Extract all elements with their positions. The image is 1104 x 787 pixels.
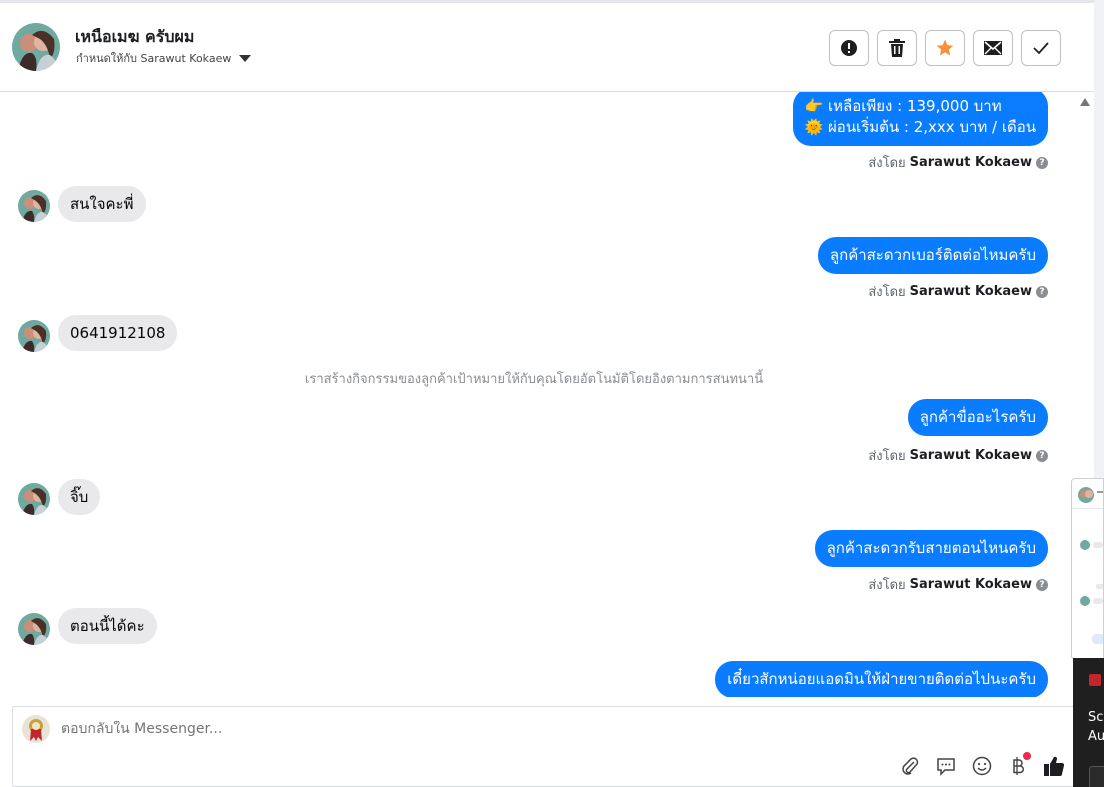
contact-name: เหนือเมฆ ครับผม bbox=[75, 27, 195, 46]
sent-by-prefix: ส่งโดย bbox=[868, 285, 906, 300]
notification-toast[interactable]: Scr Au bbox=[1073, 658, 1104, 787]
contact-avatar[interactable] bbox=[12, 23, 60, 71]
sender-name: Sarawut Kokaew bbox=[909, 284, 1032, 299]
incoming-message: ตอนนี้ได้คะ bbox=[58, 608, 157, 644]
saved-reply-icon bbox=[937, 758, 955, 776]
contact-avatar-small bbox=[18, 320, 50, 352]
sent-by-label: ส่งโดย Sarawut Kokaew ? bbox=[868, 574, 1048, 595]
composer-toolbar bbox=[899, 752, 1065, 777]
emoji-icon bbox=[972, 756, 992, 776]
mail-icon bbox=[984, 41, 1002, 55]
help-icon[interactable]: ? bbox=[1036, 156, 1048, 169]
system-note: เราสร้างกิจกรรมของลูกค้าเป้าหมายให้กับคุ… bbox=[304, 372, 764, 387]
sender-name: Sarawut Kokaew bbox=[909, 155, 1032, 170]
reply-composer bbox=[12, 706, 1086, 787]
conversation-header: เหนือเมฆ ครับผม กำหนดให้กับ Sarawut Koka… bbox=[0, 3, 1094, 92]
mark-done-button[interactable] bbox=[1021, 30, 1061, 66]
help-icon[interactable]: ? bbox=[1036, 449, 1048, 462]
outgoing-message: 👉 เหลือเพียง : 139,000 บาท 🌞 ผ่อนเริ่มต้… bbox=[792, 92, 1048, 146]
incoming-message: จิ๊บ bbox=[58, 479, 101, 515]
emoji-button[interactable] bbox=[971, 755, 993, 777]
trash-icon bbox=[889, 39, 905, 57]
sender-name: Sarawut Kokaew bbox=[909, 577, 1032, 592]
outgoing-message: เดี๋ยวสักหน่อยแอดมินให้ฝ่ายขายติดต่อไปนะ… bbox=[715, 661, 1048, 697]
alert-icon bbox=[841, 40, 857, 56]
mark-spam-button[interactable] bbox=[829, 30, 869, 66]
sent-by-label: ส่งโดย Sarawut Kokaew ? bbox=[868, 152, 1048, 173]
toast-line: Scr bbox=[1088, 710, 1104, 725]
sent-by-prefix: ส่งโดย bbox=[868, 156, 906, 171]
star-icon bbox=[936, 39, 954, 56]
star-button[interactable] bbox=[925, 30, 965, 66]
incoming-message: สนใจคะพี่ bbox=[58, 186, 146, 222]
like-button[interactable] bbox=[1043, 755, 1065, 777]
sent-by-label: ส่งโดย Sarawut Kokaew ? bbox=[868, 445, 1048, 466]
attach-button[interactable] bbox=[899, 755, 921, 777]
message-thread[interactable]: 👉 เหลือเพียง : 139,000 บาท 🌞 ผ่อนเริ่มต้… bbox=[0, 92, 1094, 697]
mark-unread-button[interactable] bbox=[973, 30, 1013, 66]
sent-by-label: ส่งโดย Sarawut Kokaew ? bbox=[868, 281, 1048, 302]
like-icon bbox=[1044, 756, 1065, 776]
saved-replies-button[interactable] bbox=[935, 755, 957, 777]
scroll-up-arrow[interactable] bbox=[1080, 98, 1090, 106]
caret-down-icon bbox=[239, 54, 252, 62]
page-avatar bbox=[22, 715, 50, 743]
contact-avatar-small bbox=[18, 483, 50, 515]
delete-button[interactable] bbox=[877, 30, 917, 66]
outgoing-message: ลูกค้าสะดวกเบอร์ติดต่อไหมครับ bbox=[817, 237, 1048, 274]
notification-dot bbox=[1023, 752, 1031, 760]
assignee-label: กำหนดให้กับ Sarawut Kokaew bbox=[76, 52, 232, 65]
sent-by-prefix: ส่งโดย bbox=[868, 578, 906, 593]
contact-avatar-small bbox=[18, 190, 50, 222]
help-icon[interactable]: ? bbox=[1036, 285, 1048, 298]
assignee-dropdown[interactable]: กำหนดให้กับ Sarawut Kokaew bbox=[76, 49, 252, 67]
message-line: 👉 เหลือเพียง : 139,000 บาท bbox=[804, 97, 1002, 115]
check-icon bbox=[1033, 42, 1049, 55]
attach-icon bbox=[902, 757, 919, 775]
toast-button[interactable] bbox=[1089, 766, 1104, 787]
outgoing-message: ลูกค้าขื่ออะไรครับ bbox=[907, 399, 1048, 436]
inbox-conversation: เหนือเมฆ ครับผม กำหนดให้กับ Sarawut Koka… bbox=[0, 0, 1094, 787]
contact-avatar-small bbox=[18, 613, 50, 645]
chat-preview-panel[interactable] bbox=[1071, 478, 1104, 660]
sent-by-prefix: ส่งโดย bbox=[868, 449, 906, 464]
help-icon[interactable]: ? bbox=[1036, 578, 1048, 591]
toast-line: Au bbox=[1088, 729, 1104, 744]
incoming-message: 0641912108 bbox=[58, 315, 178, 351]
reply-input[interactable] bbox=[61, 721, 861, 737]
sender-name: Sarawut Kokaew bbox=[909, 448, 1032, 463]
payment-button[interactable] bbox=[1007, 752, 1031, 777]
outgoing-message: ลูกค้าสะดวกรับสายตอนไหนครับ bbox=[814, 530, 1048, 567]
message-line: 🌞 ผ่อนเริ่มต้น : 2,xxx บาท / เดือน bbox=[804, 118, 1036, 136]
app-icon bbox=[1089, 674, 1101, 686]
